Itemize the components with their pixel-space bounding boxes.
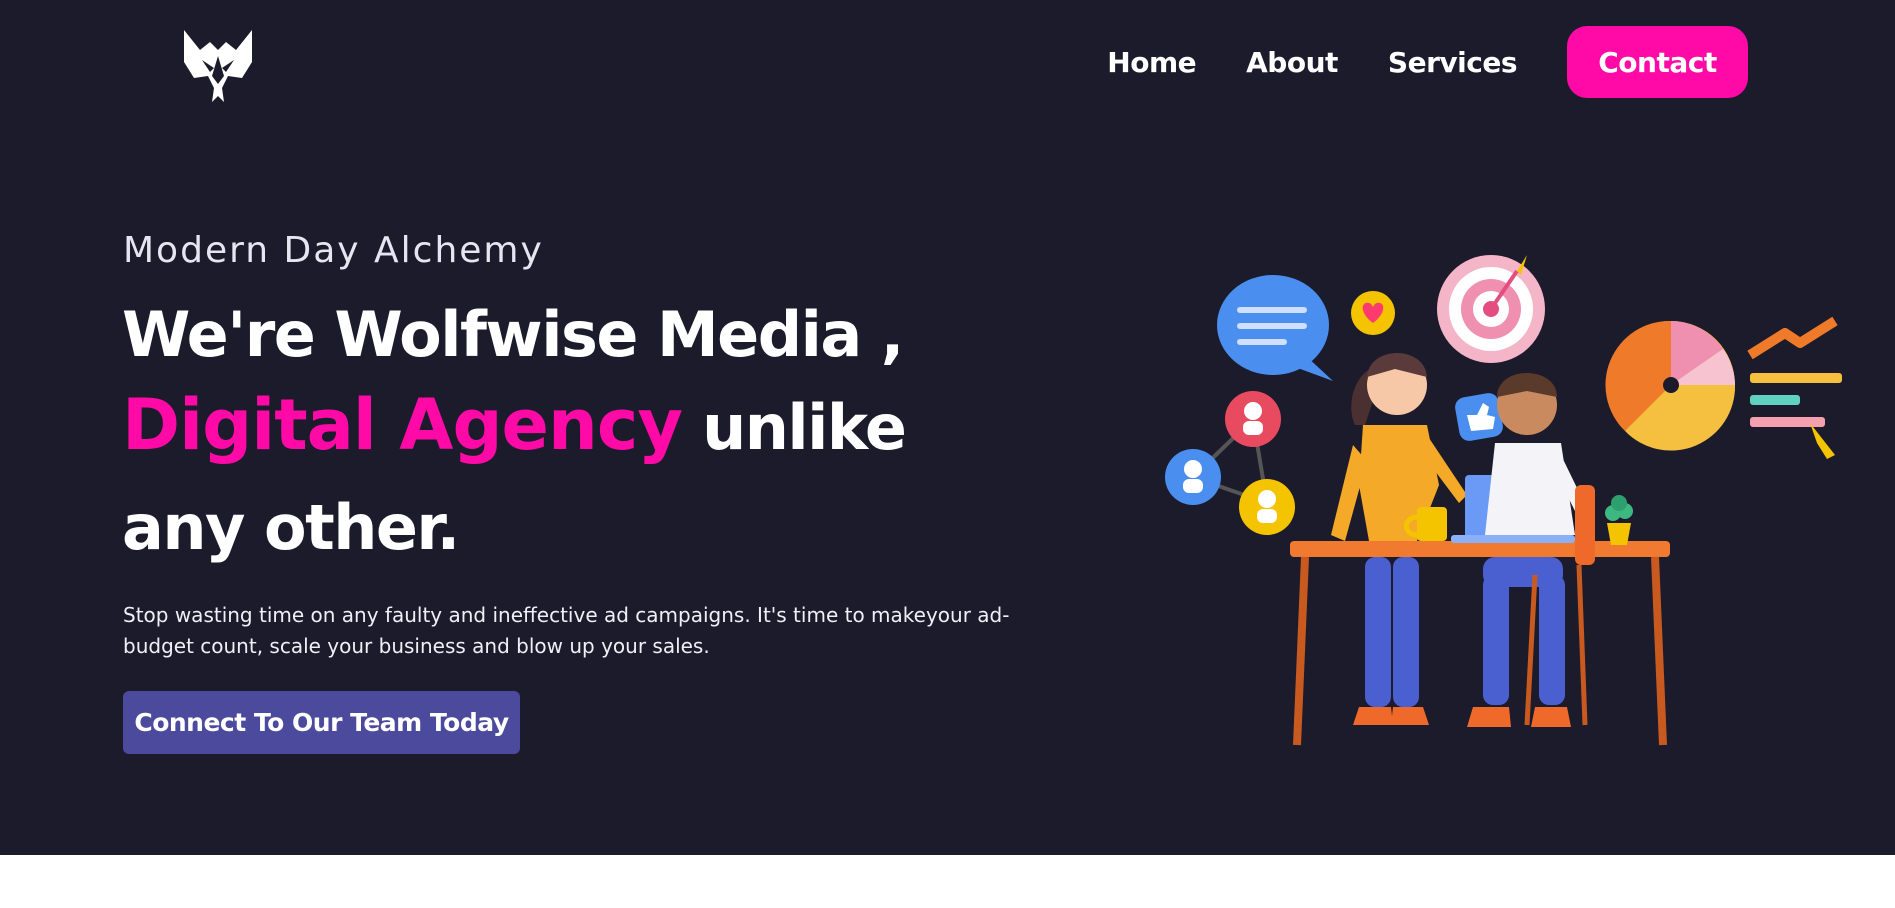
thumbs-up-icon [1455, 393, 1503, 441]
pie-chart-icon [1605, 320, 1736, 451]
headline-accent: Digital Agency [122, 384, 683, 466]
analytics-bars-icon [1747, 316, 1842, 459]
hero-headline: We're Wolfwise Media , Digital Agency un… [122, 295, 1022, 578]
network-avatars-icon [1165, 391, 1295, 535]
chat-bubble-icon [1217, 275, 1333, 381]
main-nav: Home About Services Contact [1107, 26, 1748, 98]
team-working-at-desk-illustration [1165, 255, 1842, 746]
hero-section: Home About Services Contact Modern Day A… [0, 0, 1895, 855]
nav-link-services[interactable]: Services [1388, 46, 1518, 79]
nav-link-home[interactable]: Home [1107, 46, 1196, 79]
heart-icon [1351, 291, 1395, 335]
connect-team-button[interactable]: Connect To Our Team Today [123, 691, 520, 754]
potted-plant-icon [1605, 495, 1633, 545]
target-icon [1437, 255, 1545, 363]
nav-link-about[interactable]: About [1246, 46, 1338, 79]
hero-subtext: Stop wasting time on any faulty and inef… [123, 603, 1010, 658]
wolf-head-icon[interactable] [180, 26, 256, 106]
woman-figure [1331, 353, 1467, 725]
headline-line1: We're Wolfwise Media , [122, 298, 904, 371]
hero-eyebrow: Modern Day Alchemy [123, 230, 544, 271]
contact-button[interactable]: Contact [1567, 26, 1748, 98]
next-section [0, 855, 1895, 908]
